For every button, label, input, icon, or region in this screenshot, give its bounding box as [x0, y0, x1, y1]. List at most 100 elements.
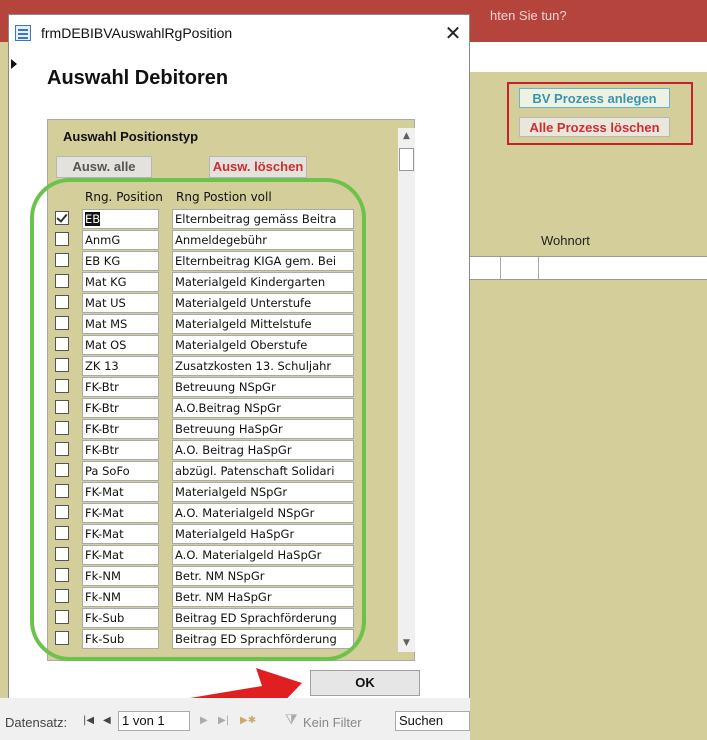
list-item[interactable]: FK-Btr A.O. Beitrag HaSpGr	[48, 440, 398, 461]
list-item[interactable]: Mat KG Materialgeld Kindergarten	[48, 272, 398, 293]
list-item[interactable]: Mat US Materialgeld Unterstufe	[48, 293, 398, 314]
rng-position-cell[interactable]: FK-Btr	[82, 398, 159, 418]
rng-position-cell[interactable]: FK-Mat	[82, 545, 159, 565]
alle-prozess-loeschen-button[interactable]: Alle Prozess löschen	[519, 117, 670, 137]
rng-position-cell[interactable]: Fk-Sub	[82, 629, 159, 649]
rng-position-voll-cell[interactable]: Materialgeld Kindergarten	[172, 272, 354, 292]
rng-position-voll-cell[interactable]: A.O. Materialgeld HaSpGr	[172, 545, 354, 565]
search-input[interactable]: Suchen	[395, 711, 470, 731]
list-item[interactable]: ZK 13 Zusatzkosten 13. Schuljahr	[48, 356, 398, 377]
list-item[interactable]: FK-Mat Materialgeld HaSpGr	[48, 524, 398, 545]
rng-position-cell[interactable]: EB KG	[82, 251, 159, 271]
row-checkbox[interactable]	[55, 547, 69, 561]
bv-prozess-anlegen-button[interactable]: BV Prozess anlegen	[519, 88, 670, 108]
row-checkbox[interactable]	[55, 253, 69, 267]
list-item[interactable]: EB Elternbeitrag gemäss Beitra	[48, 209, 398, 230]
rng-position-cell[interactable]: Fk-NM	[82, 566, 159, 586]
list-item[interactable]: FK-Btr Betreuung NSpGr	[48, 377, 398, 398]
record-number-input[interactable]: 1 von 1	[118, 711, 190, 731]
rng-position-voll-cell[interactable]: Materialgeld Mittelstufe	[172, 314, 354, 334]
rng-position-cell[interactable]: ZK 13	[82, 356, 159, 376]
rng-position-voll-cell[interactable]: Betreuung HaSpGr	[172, 419, 354, 439]
list-item[interactable]: FK-Btr A.O.Beitrag NSpGr	[48, 398, 398, 419]
rng-position-cell[interactable]: AnmG	[82, 230, 159, 250]
list-item[interactable]: FK-Mat Materialgeld NSpGr	[48, 482, 398, 503]
next-record-icon[interactable]: ▶	[200, 715, 208, 726]
list-item[interactable]: Pa SoFo abzügl. Patenschaft Solidari	[48, 461, 398, 482]
rng-position-voll-cell[interactable]: Elternbeitrag gemäss Beitra	[172, 209, 354, 229]
row-checkbox[interactable]	[55, 505, 69, 519]
main-table-row[interactable]	[470, 256, 707, 280]
rng-position-cell[interactable]: FK-Btr	[82, 440, 159, 460]
list-item[interactable]: FK-Mat A.O. Materialgeld NSpGr	[48, 503, 398, 524]
rng-position-voll-cell[interactable]: A.O. Materialgeld NSpGr	[172, 503, 354, 523]
rng-position-voll-cell[interactable]: Betr. NM NSpGr	[172, 566, 354, 586]
row-checkbox[interactable]	[55, 379, 69, 393]
row-checkbox[interactable]	[55, 568, 69, 582]
scroll-up-icon[interactable]: ▲	[398, 128, 415, 145]
row-checkbox[interactable]	[55, 442, 69, 456]
row-checkbox[interactable]	[55, 610, 69, 624]
row-checkbox[interactable]	[55, 463, 69, 477]
rng-position-voll-cell[interactable]: Materialgeld Unterstufe	[172, 293, 354, 313]
rng-position-voll-cell[interactable]: Materialgeld NSpGr	[172, 482, 354, 502]
rng-position-cell[interactable]: Mat MS	[82, 314, 159, 334]
rng-position-voll-cell[interactable]: A.O. Beitrag HaSpGr	[172, 440, 354, 460]
scroll-thumb[interactable]	[399, 148, 414, 171]
row-checkbox[interactable]	[55, 337, 69, 351]
rng-position-voll-cell[interactable]: Anmeldegebühr	[172, 230, 354, 250]
previous-record-icon[interactable]: ◀	[103, 715, 111, 726]
ok-button[interactable]: OK	[310, 670, 420, 696]
row-checkbox[interactable]	[55, 232, 69, 246]
scroll-down-icon[interactable]: ▼	[398, 635, 415, 652]
ausw-loeschen-button[interactable]: Ausw. löschen	[209, 156, 307, 178]
list-item[interactable]: Fk-Sub Beitrag ED Sprachförderung	[48, 608, 398, 629]
row-checkbox[interactable]	[55, 589, 69, 603]
row-checkbox[interactable]	[55, 631, 69, 645]
rng-position-cell[interactable]: Fk-NM	[82, 587, 159, 607]
row-checkbox[interactable]	[55, 400, 69, 414]
filter-icon[interactable]: ⧩	[285, 712, 298, 728]
list-item[interactable]: AnmG Anmeldegebühr	[48, 230, 398, 251]
rng-position-voll-cell[interactable]: Materialgeld HaSpGr	[172, 524, 354, 544]
vertical-scrollbar[interactable]: ▲ ▼	[398, 128, 415, 652]
rng-position-cell[interactable]: FK-Btr	[82, 377, 159, 397]
row-checkbox[interactable]	[55, 484, 69, 498]
close-icon[interactable]: ✕	[441, 19, 465, 47]
rng-position-voll-cell[interactable]: Betreuung NSpGr	[172, 377, 354, 397]
rng-position-cell[interactable]: Pa SoFo	[82, 461, 159, 481]
row-checkbox[interactable]	[55, 316, 69, 330]
list-item[interactable]: EB KG Elternbeitrag KIGA gem. Bei	[48, 251, 398, 272]
rng-position-voll-cell[interactable]: Zusatzkosten 13. Schuljahr	[172, 356, 354, 376]
rng-position-cell[interactable]: FK-Btr	[82, 419, 159, 439]
rng-position-voll-cell[interactable]: Betr. NM HaSpGr	[172, 587, 354, 607]
row-checkbox[interactable]	[55, 526, 69, 540]
list-item[interactable]: Fk-Sub Beitrag ED Sprachförderung	[48, 629, 398, 650]
first-record-icon[interactable]: |◀	[83, 715, 94, 726]
rng-position-cell[interactable]: FK-Mat	[82, 482, 159, 502]
rng-position-cell[interactable]: Fk-Sub	[82, 608, 159, 628]
list-item[interactable]: FK-Btr Betreuung HaSpGr	[48, 419, 398, 440]
rng-position-cell[interactable]: Mat OS	[82, 335, 159, 355]
list-item[interactable]: Mat OS Materialgeld Oberstufe	[48, 335, 398, 356]
list-item[interactable]: Fk-NM Betr. NM HaSpGr	[48, 587, 398, 608]
row-checkbox[interactable]	[55, 211, 69, 225]
rng-position-cell[interactable]: EB	[82, 209, 159, 229]
row-checkbox[interactable]	[55, 358, 69, 372]
rng-position-cell[interactable]: FK-Mat	[82, 524, 159, 544]
rng-position-cell[interactable]: FK-Mat	[82, 503, 159, 523]
list-item[interactable]: Mat MS Materialgeld Mittelstufe	[48, 314, 398, 335]
rng-position-voll-cell[interactable]: Beitrag ED Sprachförderung	[172, 608, 354, 628]
row-checkbox[interactable]	[55, 421, 69, 435]
row-checkbox[interactable]	[55, 295, 69, 309]
rng-position-voll-cell[interactable]: Materialgeld Oberstufe	[172, 335, 354, 355]
rng-position-voll-cell[interactable]: Beitrag ED Sprachförderung	[172, 629, 354, 649]
list-item[interactable]: Fk-NM Betr. NM NSpGr	[48, 566, 398, 587]
filter-status[interactable]: Kein Filter	[303, 715, 362, 730]
dialog-titlebar[interactable]: frmDEBIBVAuswahlRgPosition ✕	[9, 15, 469, 53]
rng-position-voll-cell[interactable]: A.O.Beitrag NSpGr	[172, 398, 354, 418]
new-record-icon[interactable]: ▶✱	[240, 715, 256, 726]
rng-position-voll-cell[interactable]: abzügl. Patenschaft Solidari	[172, 461, 354, 481]
row-checkbox[interactable]	[55, 274, 69, 288]
ausw-alle-button[interactable]: Ausw. alle	[56, 156, 152, 178]
